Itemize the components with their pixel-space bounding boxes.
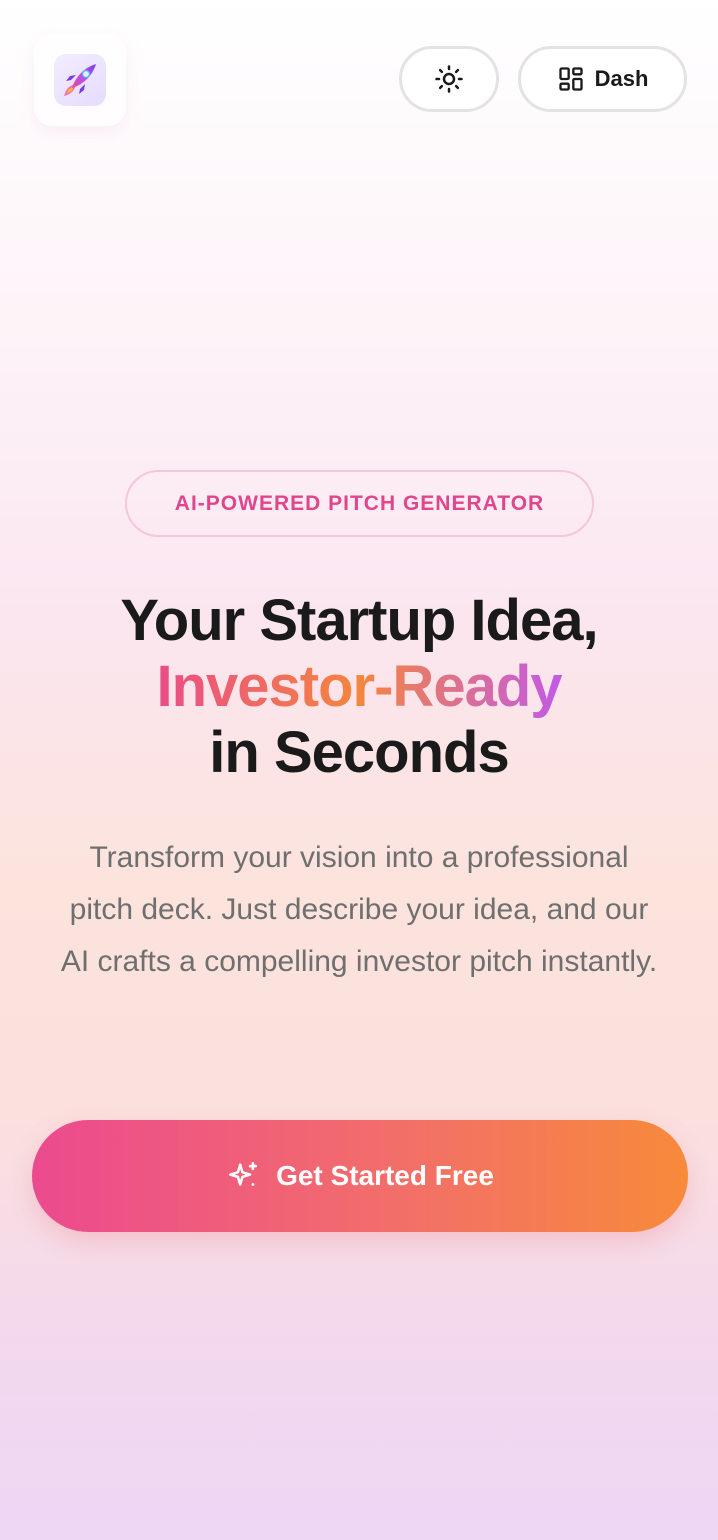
hero-badge: AI-POWERED PITCH GENERATOR <box>125 470 594 537</box>
sparkle-icon <box>229 1161 258 1186</box>
hero-headline: Your Startup Idea, Investor-Ready in Sec… <box>0 588 718 786</box>
rocket-icon <box>64 64 96 96</box>
hero-subtext: Transform your vision into a professiona… <box>60 841 658 978</box>
sun-icon <box>435 65 463 93</box>
headline-line-3: in Seconds <box>209 720 509 785</box>
dashboard-grid-icon <box>558 67 583 91</box>
dashboard-button-label: Dash <box>594 66 649 91</box>
headline-line-1: Your Startup Idea, <box>120 588 598 653</box>
dashboard-button[interactable]: Dash <box>518 46 687 112</box>
app-logo[interactable] <box>34 34 126 126</box>
get-started-label: Get Started Free <box>276 1160 494 1191</box>
theme-toggle-button[interactable] <box>399 46 499 112</box>
logo-tile <box>54 54 106 106</box>
get-started-button[interactable]: Get Started Free <box>32 1120 688 1232</box>
headline-accent: Investor-Ready <box>156 654 562 719</box>
